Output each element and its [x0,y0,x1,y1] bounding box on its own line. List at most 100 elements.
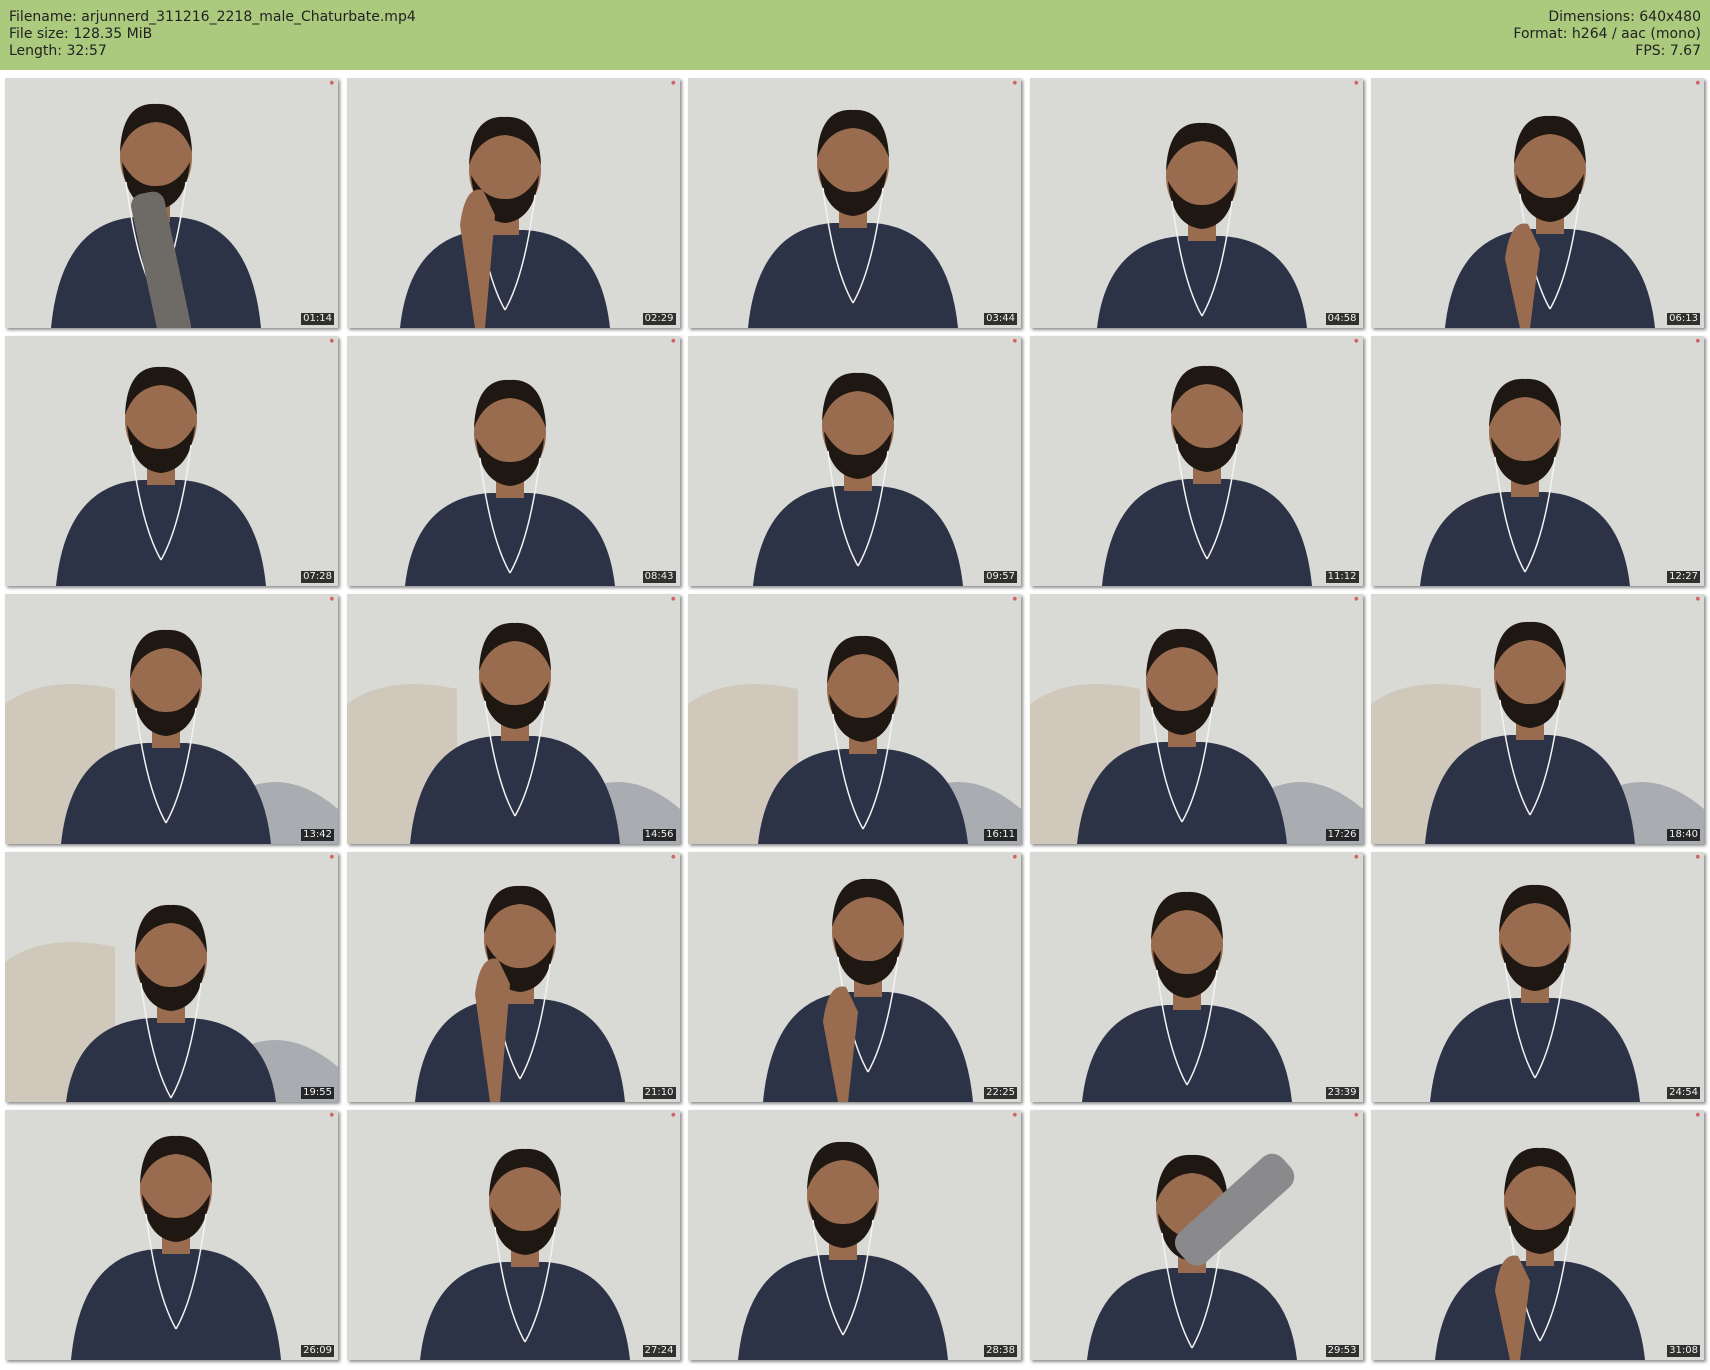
watermark-mark: ● [1012,80,1017,86]
frame-image [5,852,338,1102]
video-thumbnail: ● 24:54 [1371,852,1704,1102]
video-thumbnail: ● 27:24 [346,1110,680,1360]
timestamp-label: 08:43 [642,571,676,583]
timestamp-label: 23:39 [1325,1087,1359,1099]
video-thumbnail: ● 22:25 [688,852,1021,1102]
watermark-mark: ● [329,338,334,344]
dimensions-text: Dimensions: 640x480 [1548,9,1701,25]
watermark-mark: ● [671,338,676,344]
watermark-mark: ● [671,596,676,602]
video-thumbnail: ● 09:57 [688,336,1021,586]
frame-image [1371,594,1704,844]
timestamp-label: 01:14 [301,313,334,325]
timestamp-label: 27:24 [642,1345,676,1357]
frame-image [688,78,1021,328]
frame-image [346,594,680,844]
watermark-mark: ● [671,854,676,860]
frame-image [1371,1110,1704,1360]
watermark-mark: ● [1012,338,1017,344]
video-thumbnail: ● 11:12 [1029,336,1363,586]
frame-image [5,594,338,844]
video-thumbnail: ● 23:39 [1029,852,1363,1102]
timestamp-label: 04:58 [1325,313,1359,325]
frame-image [5,78,338,328]
timestamp-label: 02:29 [642,313,676,325]
watermark-mark: ● [1354,854,1359,860]
video-thumbnail: ● 12:27 [1371,336,1704,586]
frame-image [1029,852,1363,1102]
watermark-mark: ● [329,80,334,86]
video-thumbnail: ● 19:55 [5,852,338,1102]
watermark-mark: ● [671,1112,676,1118]
watermark-mark: ● [329,596,334,602]
timestamp-label: 17:26 [1325,829,1359,841]
frame-image [688,852,1021,1102]
video-thumbnail: ● 31:08 [1371,1110,1704,1360]
frame-image [688,336,1021,586]
timestamp-label: 24:54 [1667,1087,1700,1099]
timestamp-label: 13:42 [301,829,334,841]
frame-image [346,336,680,586]
video-thumbnail: ● 06:13 [1371,78,1704,328]
watermark-mark: ● [1354,596,1359,602]
watermark-mark: ● [1012,1112,1017,1118]
timestamp-label: 28:38 [984,1345,1017,1357]
filesize-text: File size: 128.35 MiB [9,26,153,42]
watermark-mark: ● [1012,854,1017,860]
timestamp-label: 07:28 [301,571,334,583]
timestamp-label: 11:12 [1325,571,1359,583]
timestamp-label: 14:56 [642,829,676,841]
timestamp-label: 03:44 [984,313,1017,325]
watermark-mark: ● [1695,80,1700,86]
frame-image [688,1110,1021,1360]
watermark-mark: ● [329,854,334,860]
fps-text: FPS: 7.67 [1635,43,1701,59]
video-thumbnail: ● 01:14 [5,78,338,328]
frame-image [5,336,338,586]
length-text: Length: 32:57 [9,43,107,59]
frame-image [1029,1110,1363,1360]
timestamp-label: 16:11 [984,829,1017,841]
video-thumbnail: ● 13:42 [5,594,338,844]
video-thumbnail: ● 02:29 [346,78,680,328]
video-thumbnail: ● 16:11 [688,594,1021,844]
video-thumbnail: ● 04:58 [1029,78,1363,328]
timestamp-label: 26:09 [301,1345,334,1357]
timestamp-label: 31:08 [1667,1345,1700,1357]
watermark-mark: ● [671,80,676,86]
video-thumbnail: ● 28:38 [688,1110,1021,1360]
video-thumbnail: ● 03:44 [688,78,1021,328]
timestamp-label: 06:13 [1667,313,1700,325]
watermark-mark: ● [1695,854,1700,860]
timestamp-label: 12:27 [1667,571,1700,583]
timestamp-label: 18:40 [1667,829,1700,841]
frame-image [346,1110,680,1360]
video-thumbnail: ● 29:53 [1029,1110,1363,1360]
watermark-mark: ● [1012,596,1017,602]
frame-image [1029,78,1363,328]
video-thumbnail: ● 07:28 [5,336,338,586]
watermark-mark: ● [329,1112,334,1118]
frame-image [1371,336,1704,586]
timestamp-label: 09:57 [984,571,1017,583]
file-info-left: Filename: arjunnerd_311216_2218_male_Cha… [9,9,416,60]
filename-text: Filename: arjunnerd_311216_2218_male_Cha… [9,9,416,25]
info-header: Filename: arjunnerd_311216_2218_male_Cha… [0,0,1710,70]
video-thumbnail: ● 18:40 [1371,594,1704,844]
frame-image [346,78,680,328]
timestamp-label: 29:53 [1325,1345,1359,1357]
watermark-mark: ● [1354,80,1359,86]
frame-image [688,594,1021,844]
video-thumbnail: ● 17:26 [1029,594,1363,844]
video-thumbnail: ● 14:56 [346,594,680,844]
timestamp-label: 19:55 [301,1087,334,1099]
file-info-right: Dimensions: 640x480 Format: h264 / aac (… [1513,9,1701,60]
frame-image [1371,78,1704,328]
frame-image [1371,852,1704,1102]
frame-image [5,1110,338,1360]
watermark-mark: ● [1354,1112,1359,1118]
timestamp-label: 22:25 [984,1087,1017,1099]
video-thumbnail: ● 26:09 [5,1110,338,1360]
video-thumbnail: ● 08:43 [346,336,680,586]
video-thumbnail: ● 21:10 [346,852,680,1102]
